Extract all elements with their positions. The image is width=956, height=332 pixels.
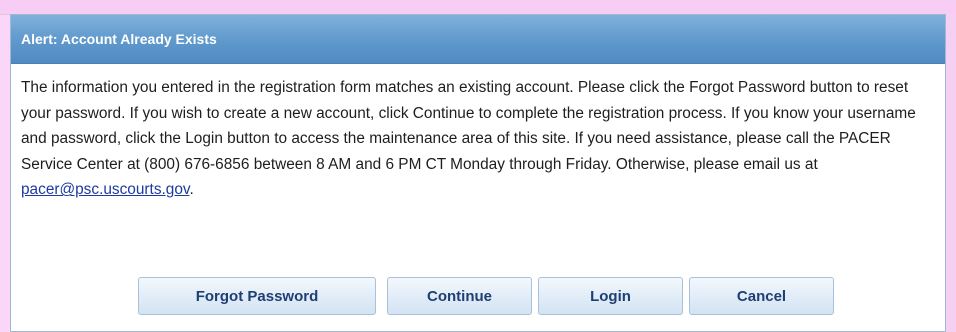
dialog-message: The information you entered in the regis… bbox=[11, 64, 946, 203]
background-page-strip bbox=[0, 0, 956, 15]
dialog-titlebar: Alert: Account Already Exists bbox=[11, 15, 945, 64]
forgot-password-button[interactable]: Forgot Password bbox=[138, 277, 376, 315]
message-period: . bbox=[189, 181, 194, 199]
cancel-button[interactable]: Cancel bbox=[689, 277, 834, 315]
email-link[interactable]: pacer@psc.uscourts.gov bbox=[21, 181, 189, 198]
dialog-button-row: Forgot Password Continue Login Cancel bbox=[11, 277, 945, 315]
login-button[interactable]: Login bbox=[538, 277, 683, 315]
continue-button[interactable]: Continue bbox=[387, 277, 532, 315]
alert-dialog: Alert: Account Already Exists The inform… bbox=[10, 14, 946, 332]
backdrop-right-edge bbox=[946, 14, 956, 332]
dialog-title: Alert: Account Already Exists bbox=[21, 31, 217, 47]
message-text: The information you entered in the regis… bbox=[21, 79, 916, 173]
